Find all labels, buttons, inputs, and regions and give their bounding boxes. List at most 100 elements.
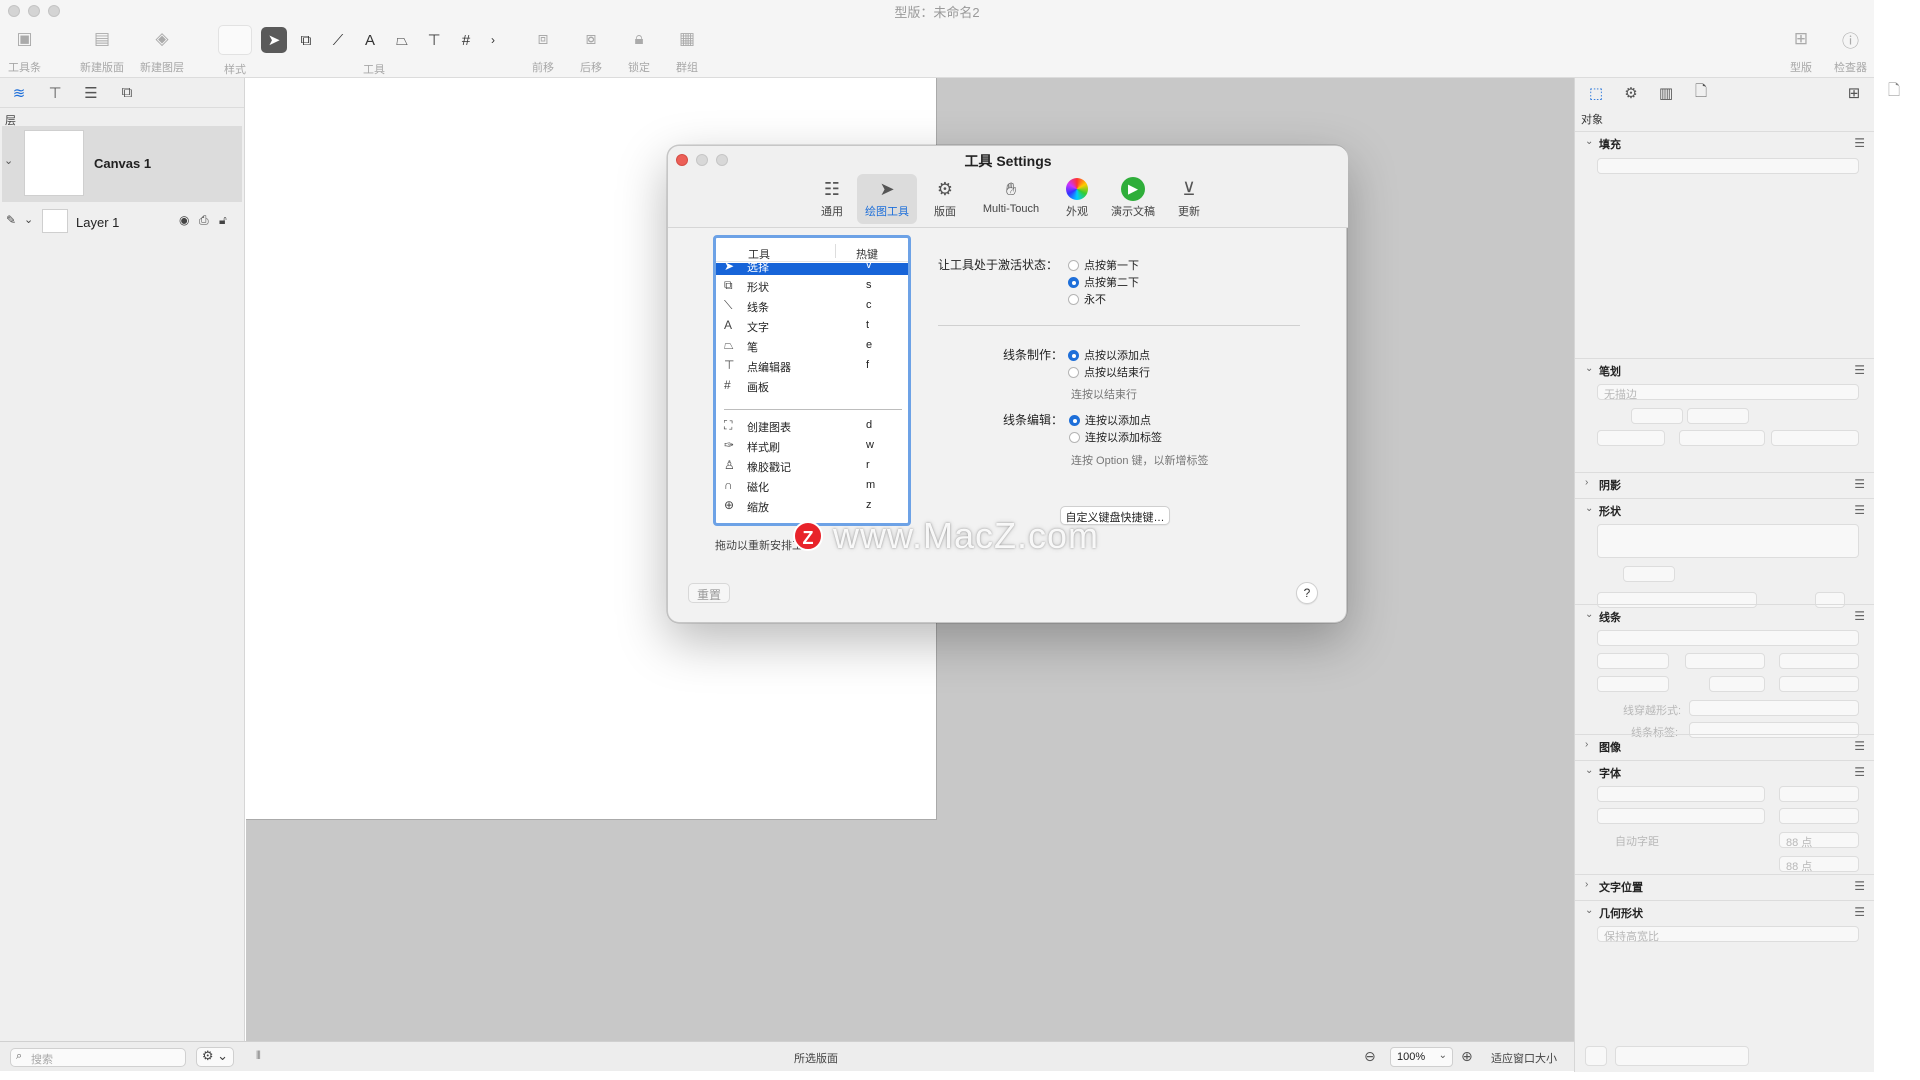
menu-icon[interactable]: ☰	[1854, 136, 1865, 150]
style-well[interactable]	[218, 25, 252, 55]
selection-tab-icon[interactable]: ⧉	[114, 82, 140, 104]
object-inspector-tab-icon[interactable]: ⬚	[1583, 82, 1609, 104]
tab-general[interactable]: ☷ 通用	[802, 174, 862, 224]
cap-style-buttons[interactable]	[1771, 430, 1859, 446]
inspector-button[interactable]: ⓘ 检查器	[1834, 28, 1867, 75]
help-button[interactable]: ?	[1296, 582, 1318, 604]
group-button[interactable]: ▦ 群组	[674, 28, 700, 75]
point-editor-tool-icon[interactable]: ⊤	[421, 27, 447, 53]
chevron-down-icon[interactable]: ⌄	[24, 213, 33, 226]
lock-button[interactable]: 🔒︎ 锁定	[626, 28, 652, 75]
font-color-well[interactable]	[1779, 808, 1859, 824]
menu-icon[interactable]: ☰	[1854, 739, 1865, 753]
inspector-color-well[interactable]	[1585, 1046, 1607, 1066]
table-row[interactable]: ∩ 磁化 m	[716, 476, 908, 494]
shape-picker[interactable]	[1597, 524, 1859, 558]
geometry-section[interactable]: ⌄ 几何形状 ☰	[1575, 900, 1875, 920]
new-layer-button[interactable]: ◈ 新建图层	[140, 28, 184, 75]
text-position-section[interactable]: › 文字位置 ☰	[1575, 874, 1875, 894]
table-row[interactable]: ⧉ 形状 s	[716, 276, 908, 294]
document-tab-icon[interactable]: 🗋︎	[1688, 82, 1714, 104]
grid-view-icon[interactable]: ⊞	[1841, 82, 1867, 104]
layers-tab-icon[interactable]: ≋	[6, 82, 32, 104]
table-row[interactable]: ⛶ 创建图表 d	[716, 416, 908, 434]
line-start-select[interactable]	[1597, 653, 1669, 669]
menu-icon[interactable]: ☰	[1854, 503, 1865, 517]
fit-to-window-button[interactable]: 适应窗口大小	[1491, 1050, 1557, 1066]
table-row[interactable]: ✑ 样式刷 w	[716, 436, 908, 454]
font-family-select[interactable]	[1597, 786, 1765, 802]
tab-canvas[interactable]: ⚙︎ 版面	[915, 174, 975, 224]
activate-never-radio[interactable]: 永不	[1068, 291, 1106, 307]
resize-handle-icon[interactable]: ⦀	[256, 1050, 261, 1063]
tab-multi-touch[interactable]: ✋︎ Multi-Touch	[971, 174, 1051, 224]
stroke-section[interactable]: ⌄ 笔划 ☰	[1575, 358, 1875, 378]
customize-shortcuts-button[interactable]: 自定义键盘快捷键…	[1060, 506, 1170, 525]
layer-row[interactable]: ✎ ⌄ Layer 1 ◉ ⎙ 🔓︎	[2, 206, 242, 236]
line-curve-stepper[interactable]	[1709, 676, 1765, 692]
table-row[interactable]: ⊤ 点编辑器 f	[716, 356, 908, 374]
line-type-select[interactable]	[1597, 630, 1859, 646]
table-row[interactable]: ➤ 选择 v	[716, 263, 908, 275]
keep-ratio-select[interactable]: 保持高宽比	[1597, 926, 1859, 943]
canvas-inspector-tab-icon[interactable]: ▥	[1653, 82, 1679, 104]
table-row[interactable]: ⊕ 缩放 z	[716, 496, 908, 514]
eye-icon[interactable]: ◉	[179, 213, 189, 227]
table-row[interactable]: ⏢ 笔 e	[716, 336, 908, 354]
more-tools-chevron-icon[interactable]: ›	[485, 27, 501, 53]
artboard-tool-icon[interactable]: #	[453, 27, 479, 53]
menu-icon[interactable]: ☰	[1854, 477, 1865, 491]
pen-tool-icon[interactable]: ⏢	[389, 27, 415, 53]
canvas-outline-tab-icon[interactable]: ⊤	[42, 82, 68, 104]
text-tool-icon[interactable]: A	[357, 27, 383, 53]
corner-style-buttons[interactable]	[1679, 430, 1765, 446]
bring-forward-button[interactable]: ⧈ 前移	[530, 28, 556, 75]
zoom-out-icon[interactable]: ⊖	[1364, 1048, 1376, 1065]
canvas-row[interactable]: ⌄ Canvas 1	[2, 126, 242, 202]
tab-presentation[interactable]: ▶ 演示文稿	[1103, 174, 1163, 224]
printer-icon[interactable]: ⎙	[199, 213, 209, 228]
menu-icon[interactable]: ☰	[1854, 363, 1865, 377]
gear-icon[interactable]: ⚙︎	[1618, 82, 1644, 104]
reset-button[interactable]: 重置	[688, 583, 730, 603]
chevron-down-icon[interactable]: ⌄	[4, 154, 13, 167]
send-back-button[interactable]: ⧇ 后移	[578, 28, 604, 75]
line-tool-icon[interactable]: ⟋	[325, 27, 351, 53]
line-hop-stepper[interactable]	[1779, 676, 1859, 692]
fill-type-select[interactable]	[1597, 158, 1859, 174]
line-cross-select[interactable]	[1689, 700, 1859, 716]
search-input[interactable]: ⌕ 搜索	[10, 1048, 186, 1067]
line-end-select[interactable]	[1779, 653, 1859, 669]
table-row[interactable]: ♙ 橡胶戳记 r	[716, 456, 908, 474]
tab-appearance[interactable]: 外观	[1047, 174, 1107, 224]
font-style-select[interactable]	[1597, 808, 1765, 824]
stroke-type-select[interactable]: 无描边	[1597, 384, 1859, 401]
tool-column-header[interactable]: 工具	[748, 246, 770, 262]
menu-icon[interactable]: ☰	[1854, 879, 1865, 893]
line-click-add-point-radio[interactable]: 点按以添加点	[1068, 347, 1150, 363]
activate-second-click-radio[interactable]: 点按第二下	[1068, 274, 1139, 290]
shape-tool-icon[interactable]: ⧉	[293, 27, 319, 53]
shadow-section[interactable]: › 阴影 ☰	[1575, 472, 1875, 492]
stroke-width-stepper[interactable]	[1631, 408, 1683, 424]
line-double-click-add-point-radio[interactable]: 连按以添加点	[1069, 412, 1151, 428]
hotkey-column-header[interactable]: 热键	[856, 246, 878, 262]
outline-list-tab-icon[interactable]: ☰	[78, 82, 104, 104]
line-spacing-stepper[interactable]: 88 点	[1779, 856, 1859, 873]
kerning-stepper[interactable]: 88 点	[1779, 832, 1859, 849]
stroke-color-select[interactable]	[1687, 408, 1749, 424]
auto-kerning-checkbox[interactable]: 自动字距	[1615, 833, 1659, 849]
corner-radius-stepper[interactable]	[1623, 566, 1675, 582]
lines-section[interactable]: ⌄ 线条 ☰	[1575, 604, 1875, 624]
font-section[interactable]: ⌄ 字体 ☰	[1575, 760, 1875, 780]
table-row[interactable]: ⟍ 线条 c	[716, 296, 908, 314]
line-click-end-radio[interactable]: 点按以结束行	[1068, 364, 1150, 380]
zoom-select[interactable]: 100% ⌄	[1390, 1047, 1453, 1067]
image-section[interactable]: › 图像 ☰	[1575, 734, 1875, 754]
activate-first-click-radio[interactable]: 点按第一下	[1068, 257, 1139, 273]
gear-menu-button[interactable]: ⚙︎ ⌄	[196, 1047, 234, 1067]
menu-icon[interactable]: ☰	[1854, 609, 1865, 623]
tab-drawing-tools[interactable]: ➤ 绘图工具	[857, 174, 917, 224]
menu-icon[interactable]: ☰	[1854, 905, 1865, 919]
stroke-pattern-select[interactable]	[1597, 430, 1665, 446]
